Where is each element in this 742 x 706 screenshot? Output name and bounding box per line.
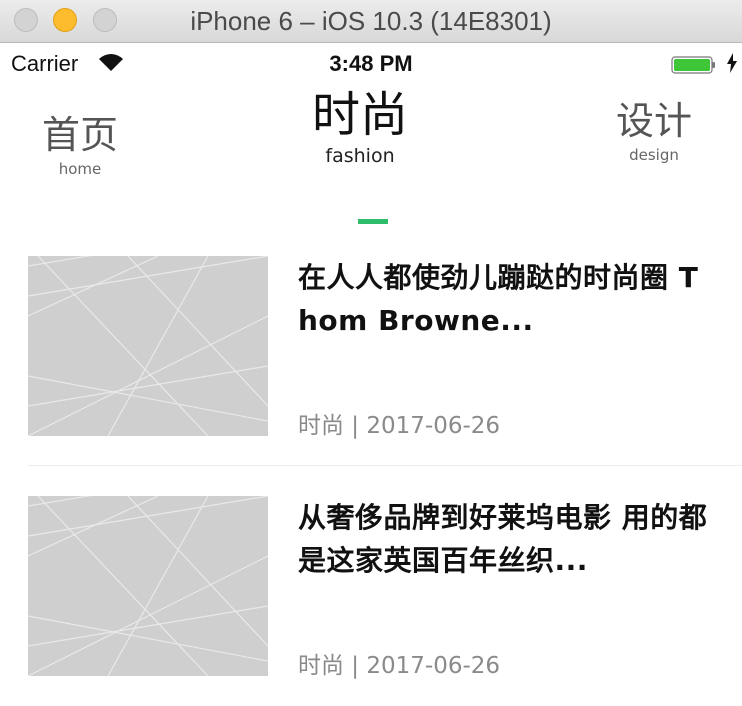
tab-design-title: 设计 <box>615 99 692 143</box>
article-item[interactable]: 在人人都使劲儿蹦跶的时尚圈 Thom Browne... 时尚 | 2017-0… <box>0 256 742 466</box>
tab-design[interactable]: 设计 design <box>594 99 714 164</box>
status-time: 3:48 PM <box>329 51 413 76</box>
article-meta: 时尚 | 2017-06-26 <box>298 413 501 439</box>
article-date: 2017-06-26 <box>366 413 501 439</box>
battery-icon <box>671 56 715 74</box>
charging-bolt-icon <box>727 53 737 73</box>
tab-fashion[interactable]: 时尚 fashion <box>290 87 430 168</box>
article-category: 时尚 <box>298 653 344 679</box>
article-title: 从奢侈品牌到好莱坞电影 用的都是这家英国百年丝织... <box>298 501 708 577</box>
list-divider <box>28 465 742 466</box>
article-meta: 时尚 | 2017-06-26 <box>298 653 501 679</box>
tab-design-subtitle: design <box>629 145 679 164</box>
article-title: 在人人都使劲儿蹦跶的时尚圈 Thom Browne... <box>298 261 699 337</box>
tab-fashion-title: 时尚 <box>311 87 408 143</box>
active-tab-indicator <box>358 219 388 224</box>
article-category: 时尚 <box>298 413 344 439</box>
tab-fashion-subtitle: fashion <box>325 145 395 168</box>
window-title-bar: iPhone 6 – iOS 10.3 (14E8301) <box>0 0 742 43</box>
tab-home-title: 首页 <box>41 113 118 157</box>
window-title: iPhone 6 – iOS 10.3 (14E8301) <box>190 6 552 36</box>
article-thumbnail <box>28 496 268 676</box>
tab-home[interactable]: 首页 home <box>20 113 140 178</box>
article-item[interactable]: 从奢侈品牌到好莱坞电影 用的都是这家英国百年丝织... 时尚 | 2017-06… <box>0 496 742 706</box>
article-thumbnail <box>28 256 268 436</box>
status-bar: Carrier 3:48 PM <box>0 43 742 83</box>
tab-home-subtitle: home <box>58 159 102 178</box>
article-date: 2017-06-26 <box>366 653 501 679</box>
